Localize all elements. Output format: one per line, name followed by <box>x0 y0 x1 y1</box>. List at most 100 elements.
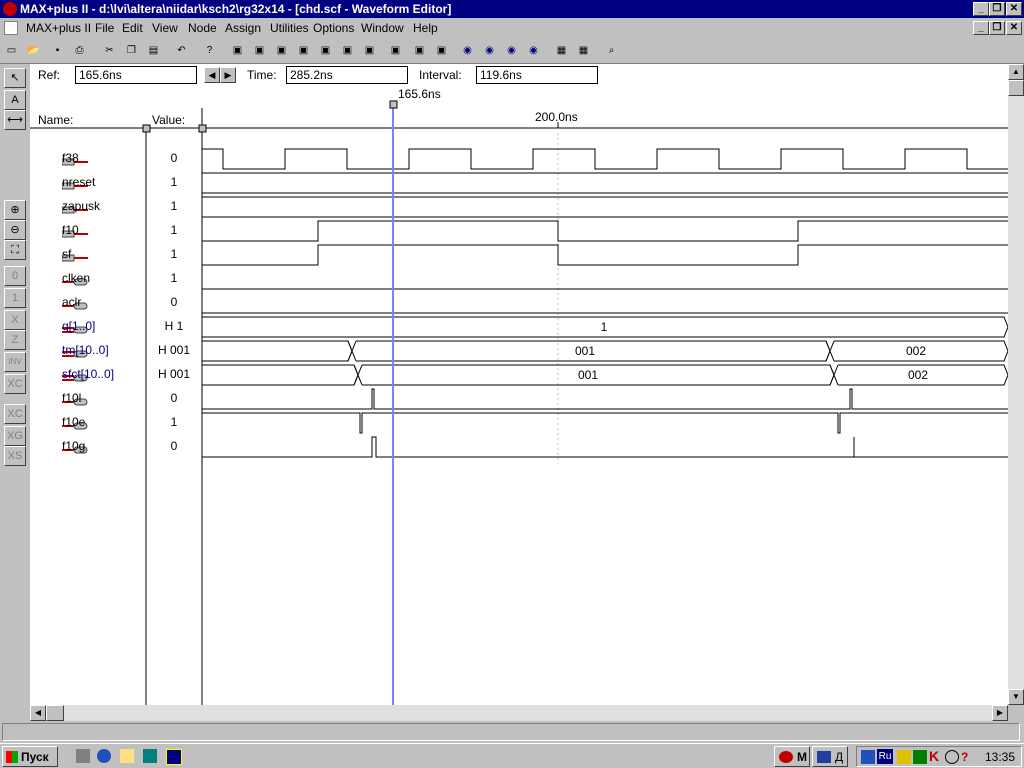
fit-in-window-icon[interactable]: ⛶ <box>4 240 26 260</box>
compile-button[interactable]: ▣ <box>250 41 270 61</box>
menu-maxplus[interactable]: MAX+plus II <box>26 21 91 35</box>
ref-cursor-handle[interactable] <box>389 100 398 109</box>
app-icon[interactable] <box>3 2 17 16</box>
set-1-icon[interactable]: 1 <box>4 288 26 308</box>
doc-close-icon[interactable]: ✕ <box>1006 21 1022 35</box>
set-x-icon[interactable]: X <box>4 310 26 330</box>
programmer-button[interactable]: ▣ <box>316 41 336 61</box>
save-simulate-button[interactable]: ▣ <box>432 41 452 61</box>
column-handle[interactable] <box>142 124 151 133</box>
new-file-button[interactable]: ▭ <box>2 41 22 61</box>
close-icon[interactable]: ✕ <box>1006 2 1022 16</box>
scroll-thumb[interactable] <box>1008 80 1024 96</box>
tray-clock-icon[interactable] <box>945 750 959 764</box>
document-icon[interactable] <box>4 21 18 35</box>
lang-indicator[interactable]: Ru <box>877 749 893 764</box>
save-check-button[interactable]: ▣ <box>386 41 406 61</box>
set-0-icon[interactable]: 0 <box>4 266 26 286</box>
tray-app-icon[interactable] <box>913 750 927 764</box>
menu-file[interactable]: File <box>95 21 114 35</box>
doc-restore-icon[interactable]: ❐ <box>989 21 1005 35</box>
set-z-icon[interactable]: Z <box>4 330 26 350</box>
timing-button[interactable]: ▣ <box>294 41 314 61</box>
signal-name[interactable]: zapusk <box>62 199 100 213</box>
tray-monitor-icon[interactable] <box>897 750 911 764</box>
overwrite-state-icon[interactable]: XS <box>4 446 26 466</box>
eye-c-button[interactable]: ◉ <box>524 41 544 61</box>
floorplan-button[interactable]: ▣ <box>338 41 358 61</box>
zoom-out-icon[interactable]: ⊖ <box>4 220 26 240</box>
minimize-icon[interactable]: _ <box>973 2 989 16</box>
signal-name[interactable]: f10l <box>62 391 81 405</box>
tray-help-icon[interactable]: ? <box>961 750 975 764</box>
menu-window[interactable]: Window <box>361 21 404 35</box>
signal-name[interactable]: q[1..0] <box>62 319 95 333</box>
menu-edit[interactable]: Edit <box>122 21 143 35</box>
zoom-in-icon[interactable]: ⊕ <box>4 200 26 220</box>
simulate-button[interactable]: ▣ <box>272 41 292 61</box>
zoom-find-button[interactable]: ⌕ <box>602 41 622 61</box>
grid-snap-button[interactable]: ▦ <box>574 41 594 61</box>
overwrite-group-icon[interactable]: XG <box>4 426 26 446</box>
hierarchy-up-button[interactable]: ▣ <box>228 41 248 61</box>
task-maxplus[interactable]: M <box>774 746 810 767</box>
signal-name[interactable]: aclr <box>62 295 81 309</box>
menu-options[interactable]: Options <box>313 21 354 35</box>
menu-view[interactable]: View <box>152 21 178 35</box>
scroll-thumb-h[interactable] <box>46 705 64 721</box>
scroll-up-icon[interactable]: ▲ <box>1008 64 1024 80</box>
signal-name[interactable]: sfct[10..0] <box>62 367 114 381</box>
vertical-scrollbar[interactable]: ▲ ▼ <box>1008 64 1024 705</box>
menu-help[interactable]: Help <box>413 21 438 35</box>
print-button[interactable]: ⎙ <box>70 41 90 61</box>
signal-name[interactable]: f10g <box>62 439 85 453</box>
scroll-right-icon[interactable]: ▶ <box>992 705 1008 721</box>
open-button[interactable]: 📂 <box>24 41 44 61</box>
restore-icon[interactable]: ❐ <box>989 2 1005 16</box>
menu-utilities[interactable]: Utilities <box>270 21 309 35</box>
save-compile-button[interactable]: ▣ <box>410 41 430 61</box>
signal-name[interactable]: sf <box>62 247 71 261</box>
waveform-editor[interactable]: Ref: 165.6ns ◀ ▶ Time: 285.2ns Interval:… <box>30 64 1008 705</box>
node-tool-icon[interactable]: ⟷ <box>4 110 26 130</box>
show-desktop-icon[interactable] <box>76 749 90 763</box>
signal-name[interactable]: f10e <box>62 415 85 429</box>
help-cursor-button[interactable]: ? <box>200 41 220 61</box>
menu-assign[interactable]: Assign <box>225 21 261 35</box>
signal-name[interactable]: f38 <box>62 151 79 165</box>
clock[interactable]: 13:35 <box>985 750 1015 764</box>
signal-name[interactable]: clken <box>62 271 90 285</box>
overwrite-count-icon[interactable]: XC <box>4 374 26 394</box>
horizontal-scrollbar[interactable]: ◀ ▶ <box>30 705 1008 721</box>
paste-button[interactable]: ▤ <box>144 41 164 61</box>
text-tool-icon[interactable]: A <box>4 90 26 110</box>
tray-k-icon[interactable]: K <box>929 749 943 764</box>
pointer-tool-icon[interactable]: ↖ <box>4 68 26 88</box>
cut-button[interactable]: ✂ <box>100 41 120 61</box>
undo-button[interactable]: ↶ <box>172 41 192 61</box>
grid-button[interactable]: ▦ <box>552 41 572 61</box>
scroll-down-icon[interactable]: ▼ <box>1008 689 1024 705</box>
doc-minimize-icon[interactable]: _ <box>973 21 989 35</box>
eye-button[interactable]: ◉ <box>458 41 478 61</box>
task-word[interactable]: Д <box>812 746 848 767</box>
signal-name[interactable]: tm[10..0] <box>62 343 109 357</box>
tray-network-icon[interactable] <box>861 750 875 764</box>
ie-icon[interactable] <box>97 749 111 763</box>
project-hierarchy-button[interactable]: ▣ <box>360 41 380 61</box>
signal-name[interactable]: nreset <box>62 175 95 189</box>
scroll-left-icon[interactable]: ◀ <box>30 705 46 721</box>
copy-button[interactable]: ❐ <box>122 41 142 61</box>
terminal-icon[interactable] <box>143 749 157 763</box>
start-button[interactable]: Пуск <box>2 746 58 767</box>
signal-name[interactable]: f10 <box>62 223 79 237</box>
far-icon[interactable] <box>166 749 182 765</box>
overwrite-clock-icon[interactable]: XC <box>4 404 26 424</box>
invert-icon[interactable]: INV <box>4 352 26 372</box>
column-handle[interactable] <box>198 124 207 133</box>
eye-b-button[interactable]: ◉ <box>502 41 522 61</box>
eye-a-button[interactable]: ◉ <box>480 41 500 61</box>
menu-node[interactable]: Node <box>188 21 217 35</box>
notepad-icon[interactable] <box>120 749 134 763</box>
save-button[interactable]: ▪ <box>48 41 68 61</box>
